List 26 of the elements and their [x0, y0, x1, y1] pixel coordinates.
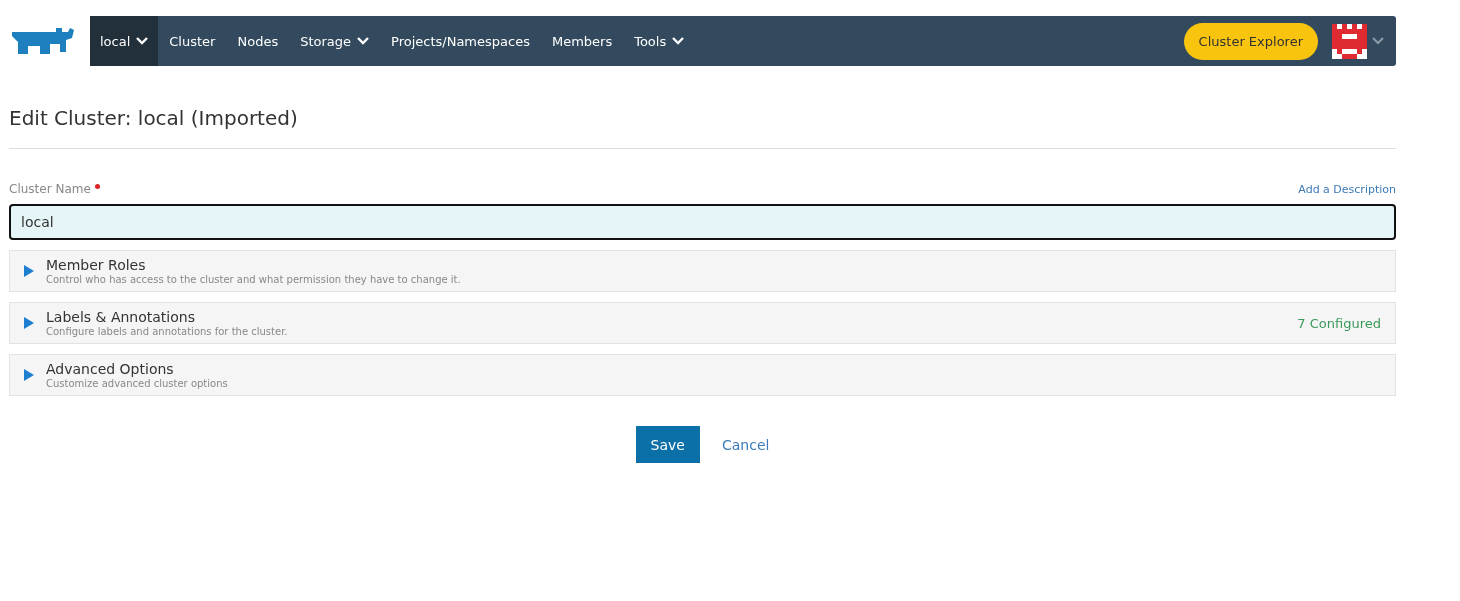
nav-item[interactable]: Tools — [623, 16, 696, 66]
nav-item[interactable]: Storage — [289, 16, 381, 66]
configured-count: 7 Configured — [1297, 315, 1381, 331]
page-title: Edit Cluster: local (Imported) — [9, 106, 1396, 149]
nav-item[interactable]: Cluster — [158, 16, 227, 66]
section-title: Labels & Annotations — [46, 309, 196, 325]
save-button[interactable]: Save — [635, 426, 700, 463]
field-label: Cluster Name — [9, 182, 91, 196]
cluster-explorer-button[interactable]: Cluster Explorer — [1183, 22, 1318, 60]
cancel-link[interactable]: Cancel — [721, 436, 770, 453]
section-description: Customize advanced cluster options — [46, 378, 229, 389]
add-description-link[interactable]: Add a Description — [1298, 182, 1396, 196]
chevron-down-icon[interactable] — [1372, 37, 1384, 45]
accordion-section[interactable]: Advanced Options Customize advanced cluster options — [9, 354, 1396, 396]
nav-item[interactable]: Members — [540, 16, 624, 66]
accordion-section[interactable]: Labels & Annotations Configure labels and annotations for the cluster. 7 Configured — [9, 302, 1396, 344]
cluster-name-input[interactable]: local — [9, 204, 1396, 240]
section-title: Advanced Options — [46, 361, 175, 377]
nav-item[interactable]: local — [90, 16, 159, 66]
nav-item[interactable]: Projects/Namespaces — [380, 16, 541, 66]
avatar-icon[interactable] — [1332, 23, 1367, 59]
accordion-section[interactable]: Member Roles Control who has access to the cluster and what permission they have to change it. — [9, 250, 1396, 292]
nav-item[interactable]: Nodes — [226, 16, 290, 66]
section-description: Control who has access to the cluster and what permission they have to change it. — [46, 274, 462, 285]
section-title: Member Roles — [46, 257, 147, 273]
section-description: Configure labels and annotations for the cluster. — [46, 326, 289, 337]
